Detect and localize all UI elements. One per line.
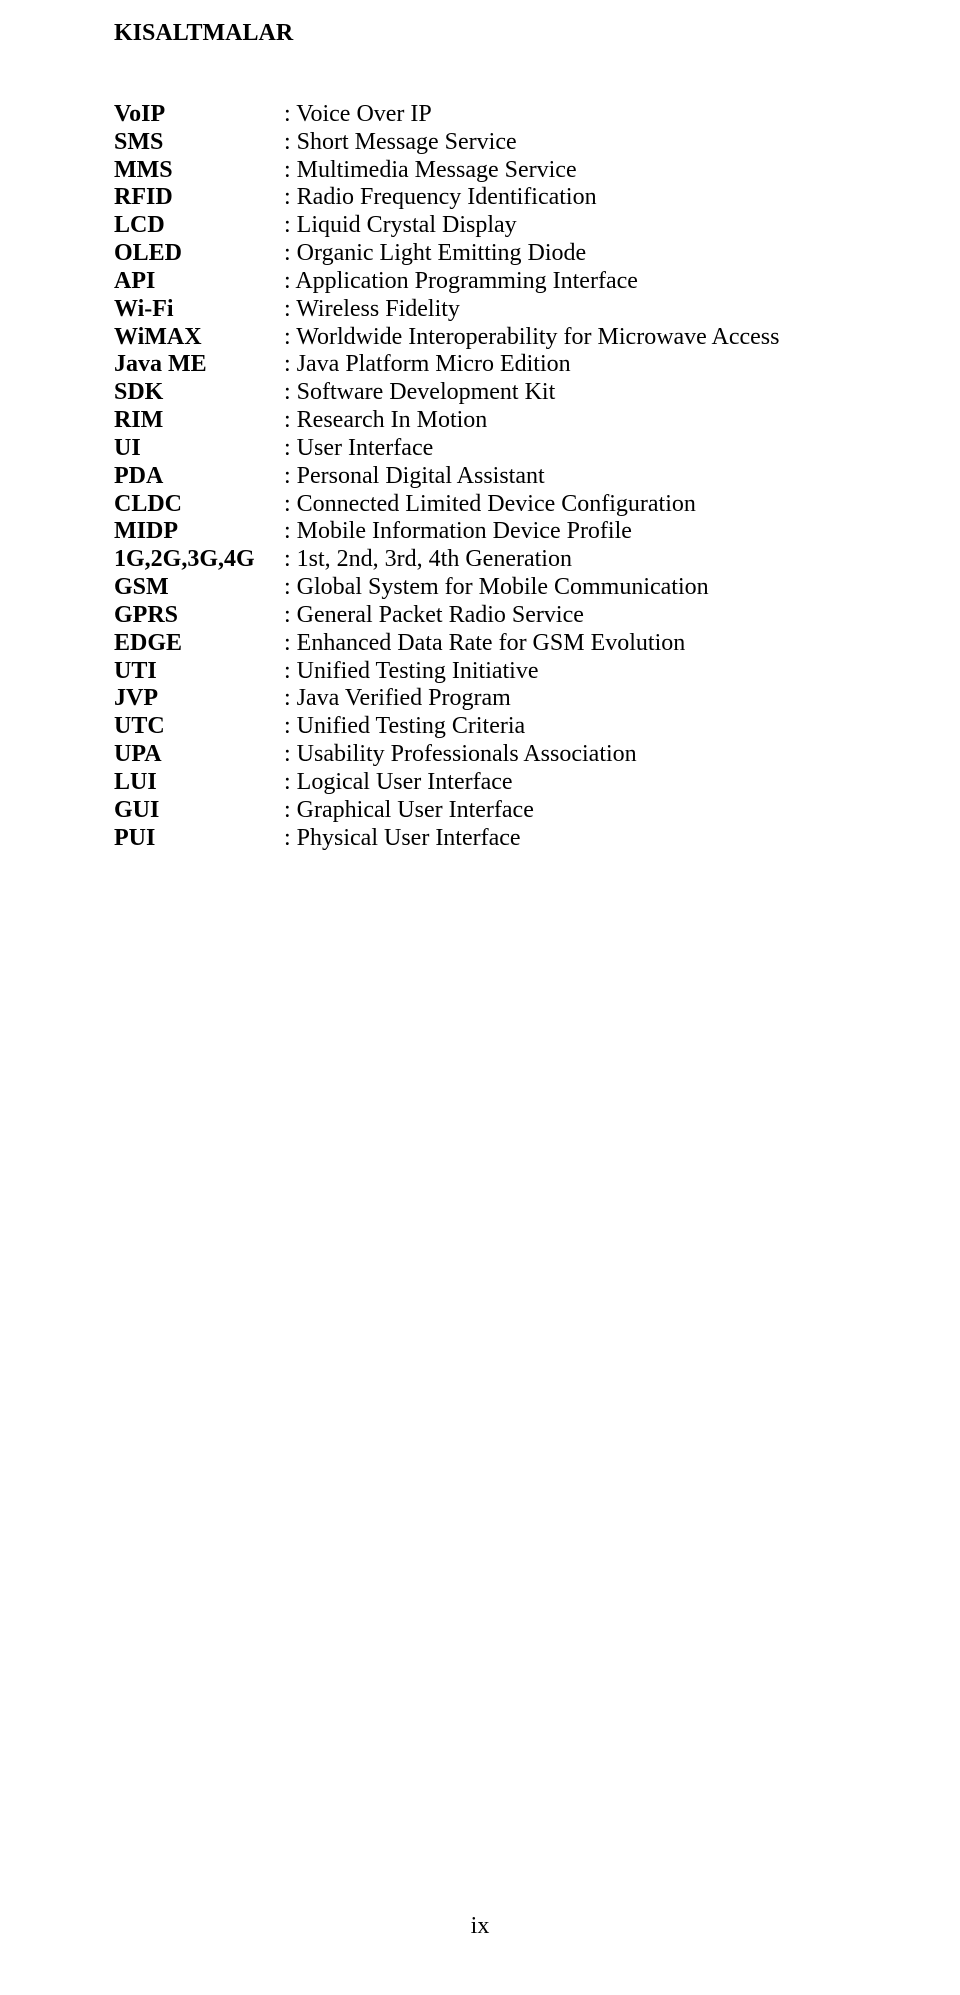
abbreviation-definition: Connected Limited Device Configuration [284,491,847,519]
abbreviation-row: SDKSoftware Development Kit [114,379,847,407]
abbreviation-definition: Usability Professionals Association [284,741,847,769]
abbreviation-definition: Organic Light Emitting Diode [284,240,847,268]
abbreviation-definition: Global System for Mobile Communication [284,574,847,602]
abbreviation-definition: Voice Over IP [284,101,847,129]
abbreviation-definition: Unified Testing Initiative [284,658,847,686]
abbreviation-term: Java ME [114,351,284,379]
abbreviation-definition: Personal Digital Assistant [284,463,847,491]
abbreviation-term: UTC [114,713,284,741]
abbreviation-definition: General Packet Radio Service [284,602,847,630]
abbreviation-term: LCD [114,212,284,240]
page-number: ix [0,1913,960,1940]
page-title: KISALTMALAR [114,20,847,47]
abbreviation-definition: Java Platform Micro Edition [284,351,847,379]
abbreviation-term: UPA [114,741,284,769]
abbreviation-term: VoIP [114,101,284,129]
abbreviation-row: WiMAXWorldwide Interoperability for Micr… [114,324,847,352]
abbreviation-row: SMSShort Message Service [114,129,847,157]
abbreviation-row: VoIPVoice Over IP [114,101,847,129]
abbreviation-term: RFID [114,184,284,212]
abbreviation-definition: Radio Frequency Identification [284,184,847,212]
abbreviation-row: OLEDOrganic Light Emitting Diode [114,240,847,268]
abbreviation-row: UIUser Interface [114,435,847,463]
abbreviation-term: SDK [114,379,284,407]
abbreviation-row: UTCUnified Testing Criteria [114,713,847,741]
abbreviation-row: RFIDRadio Frequency Identification [114,184,847,212]
abbreviation-term: CLDC [114,491,284,519]
abbreviation-term: LUI [114,769,284,797]
abbreviation-term: UI [114,435,284,463]
abbreviation-definition: Worldwide Interoperability for Microwave… [284,324,847,352]
abbreviation-row: GUIGraphical User Interface [114,797,847,825]
abbreviation-term: MMS [114,157,284,185]
abbreviation-row: Java MEJava Platform Micro Edition [114,351,847,379]
abbreviation-definition: Wireless Fidelity [284,296,847,324]
abbreviation-term: WiMAX [114,324,284,352]
abbreviation-term: JVP [114,685,284,713]
abbreviation-definition: 1st, 2nd, 3rd, 4th Generation [284,546,847,574]
abbreviation-row: EDGEEnhanced Data Rate for GSM Evolution [114,630,847,658]
abbreviation-row: 1G,2G,3G,4G1st, 2nd, 3rd, 4th Generation [114,546,847,574]
abbreviation-definition: Research In Motion [284,407,847,435]
abbreviation-term: GPRS [114,602,284,630]
abbreviation-definition: Enhanced Data Rate for GSM Evolution [284,630,847,658]
abbreviation-row: CLDCConnected Limited Device Configurati… [114,491,847,519]
abbreviation-definition: Software Development Kit [284,379,847,407]
abbreviation-row: UTIUnified Testing Initiative [114,658,847,686]
abbreviation-term: API [114,268,284,296]
abbreviation-definition: Liquid Crystal Display [284,212,847,240]
abbreviation-term: EDGE [114,630,284,658]
abbreviation-term: OLED [114,240,284,268]
abbreviation-row: Wi-FiWireless Fidelity [114,296,847,324]
abbreviation-term: GUI [114,797,284,825]
abbreviation-term: Wi-Fi [114,296,284,324]
abbreviation-row: PDAPersonal Digital Assistant [114,463,847,491]
abbreviation-term: RIM [114,407,284,435]
abbreviation-definition: Java Verified Program [284,685,847,713]
abbreviation-row: MMSMultimedia Message Service [114,157,847,185]
abbreviation-term: PDA [114,463,284,491]
abbreviation-term: 1G,2G,3G,4G [114,546,284,574]
abbreviation-definition: Short Message Service [284,129,847,157]
abbreviation-row: APIApplication Programming Interface [114,268,847,296]
document-page: KISALTMALAR VoIPVoice Over IPSMSShort Me… [0,0,960,852]
abbreviation-list: VoIPVoice Over IPSMSShort Message Servic… [114,101,847,852]
abbreviation-row: PUIPhysical User Interface [114,825,847,853]
abbreviation-row: LCDLiquid Crystal Display [114,212,847,240]
abbreviation-row: RIMResearch In Motion [114,407,847,435]
abbreviation-term: SMS [114,129,284,157]
abbreviation-definition: Mobile Information Device Profile [284,518,847,546]
abbreviation-definition: Physical User Interface [284,825,847,853]
abbreviation-row: UPAUsability Professionals Association [114,741,847,769]
abbreviation-definition: Logical User Interface [284,769,847,797]
abbreviation-term: MIDP [114,518,284,546]
abbreviation-term: GSM [114,574,284,602]
abbreviation-definition: Graphical User Interface [284,797,847,825]
abbreviation-definition: Application Programming Interface [284,268,847,296]
abbreviation-row: LUILogical User Interface [114,769,847,797]
abbreviation-row: GPRSGeneral Packet Radio Service [114,602,847,630]
abbreviation-definition: User Interface [284,435,847,463]
abbreviation-term: PUI [114,825,284,853]
abbreviation-row: GSMGlobal System for Mobile Communicatio… [114,574,847,602]
abbreviation-row: MIDPMobile Information Device Profile [114,518,847,546]
abbreviation-row: JVPJava Verified Program [114,685,847,713]
abbreviation-definition: Multimedia Message Service [284,157,847,185]
abbreviation-term: UTI [114,658,284,686]
abbreviation-definition: Unified Testing Criteria [284,713,847,741]
